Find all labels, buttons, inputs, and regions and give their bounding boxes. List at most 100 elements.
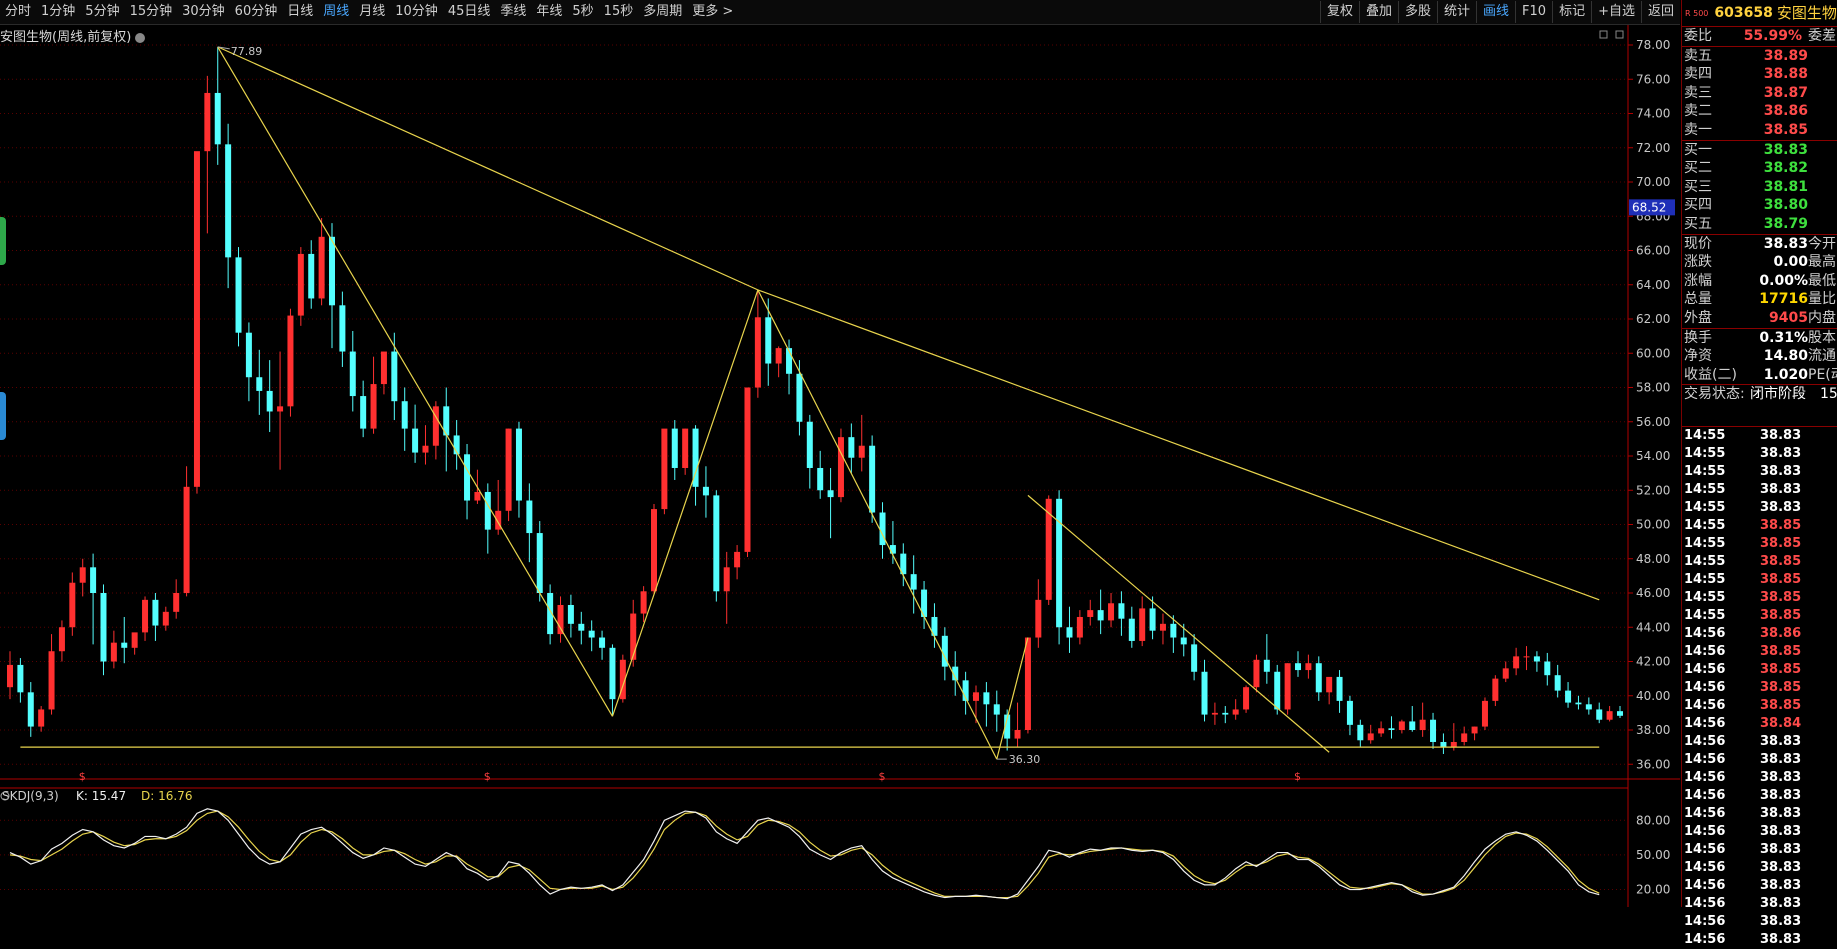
candle-body (1461, 733, 1468, 742)
quote-extra-label: 今开 (1808, 235, 1836, 252)
tick-price: 38.85 (1760, 554, 1802, 569)
period-tab[interactable]: 季线 (495, 0, 531, 24)
sell-level-price: 38.89 (1763, 47, 1808, 64)
tick-time: 14:55 (1684, 428, 1726, 443)
candle-body (225, 144, 232, 258)
quote-extra-label: PE(动 (1808, 366, 1837, 383)
event-marker[interactable]: $ (79, 770, 86, 783)
tool-button[interactable]: 多股 (1397, 1, 1437, 23)
quote-row: 外盘 9405 内盘 (1682, 309, 1837, 328)
buy-level-label: 买二 (1684, 160, 1712, 177)
candle-body (1523, 656, 1530, 658)
quote-label: 换手 (1684, 329, 1712, 346)
tick-time: 14:55 (1684, 446, 1726, 461)
candle-body (713, 495, 720, 592)
event-marker[interactable]: $ (879, 770, 886, 783)
candle-body (38, 709, 45, 727)
trend-line[interactable] (1027, 494, 1330, 753)
candle-body (173, 593, 180, 612)
tick-row: 14:56 38.83 (1682, 895, 1837, 913)
candle-body (526, 500, 533, 534)
tool-button[interactable]: 叠加 (1358, 1, 1398, 23)
candle-body (796, 373, 803, 422)
chart-area[interactable]: 78.00 76.00 74.00 72.00 70.00 68.00 66.00 64.00… (0, 25, 1680, 907)
quote-panel: R 500 603658 安图生物 委比 55.99% 委差 卖五 38.89 卖四… (1681, 0, 1837, 947)
trend-line[interactable] (217, 46, 759, 291)
candle-body (48, 651, 55, 710)
candle-body (1253, 659, 1260, 688)
quote-value: 9405 (1769, 309, 1808, 326)
tick-time: 14:56 (1684, 896, 1726, 911)
period-tab[interactable]: 1分钟 (36, 0, 80, 24)
tool-button[interactable]: 复权 (1319, 1, 1359, 23)
candle-body (339, 305, 346, 352)
period-tab[interactable]: 月线 (354, 0, 390, 24)
period-tab[interactable]: 15分钟 (125, 0, 178, 24)
side-panel-tab-green[interactable] (0, 217, 6, 265)
candle-body (277, 406, 284, 412)
tick-list[interactable]: 14:55 38.83 14:55 38.83 14:55 38.83 14:55 38.83… (1682, 426, 1837, 949)
skdj-k-line (9, 808, 1600, 900)
period-tab[interactable]: 60分钟 (230, 0, 283, 24)
settings-circle-icon[interactable] (135, 32, 146, 43)
period-tab[interactable]: 5秒 (567, 0, 598, 24)
y-tick-label: 54.00 (1636, 449, 1670, 463)
period-tab[interactable]: 日线 (282, 0, 318, 24)
candle-body (1398, 721, 1405, 730)
window-close-icon[interactable] (1615, 30, 1624, 39)
side-panel-tab-blue[interactable] (0, 392, 6, 440)
tool-button[interactable]: +自选 (1591, 1, 1641, 23)
quote-value: 1.020 (1763, 366, 1808, 383)
period-tab[interactable]: 周线 (318, 0, 354, 24)
y-tick-label: 66.00 (1636, 244, 1670, 258)
period-tab[interactable]: 更多 > (687, 0, 738, 24)
sell-level-label: 卖五 (1684, 47, 1712, 64)
period-tab[interactable]: 5分钟 (80, 0, 124, 24)
tick-row: 14:55 38.85 (1682, 553, 1837, 571)
tick-price: 38.83 (1760, 932, 1802, 947)
tick-price: 38.85 (1760, 644, 1802, 659)
tool-button[interactable]: 统计 (1437, 1, 1476, 23)
buy-level-row: 买三 38.81 (1682, 178, 1837, 197)
trend-line[interactable] (757, 289, 1600, 601)
event-marker[interactable]: $ (484, 770, 491, 783)
stock-name[interactable]: 安图生物 (1777, 0, 1837, 26)
ind-tick-label: 80.00 (1636, 813, 1670, 827)
tick-price: 38.83 (1760, 464, 1802, 479)
period-tab[interactable]: 年线 (531, 0, 567, 24)
period-tab[interactable]: 45日线 (443, 0, 496, 24)
window-option-icon[interactable] (1599, 30, 1608, 39)
candle-body (682, 428, 689, 468)
trend-line[interactable] (996, 637, 1029, 760)
candle-body (1076, 616, 1083, 638)
stock-code[interactable]: 603658 (1714, 0, 1772, 26)
tool-button[interactable]: 返回 (1640, 1, 1680, 23)
trend-line[interactable] (217, 46, 613, 717)
indicator-name[interactable]: SKDJ(9,3) (2, 789, 59, 803)
trend-line[interactable] (611, 289, 759, 717)
period-tab[interactable]: 分时 (0, 0, 36, 24)
candle-body (1201, 671, 1208, 715)
tick-time: 14:56 (1684, 662, 1726, 677)
period-tab[interactable]: 30分钟 (177, 0, 230, 24)
candle-body (1118, 603, 1125, 619)
candle-body (79, 567, 86, 583)
candle-body (162, 611, 169, 626)
k-value-label: K: 15.47 (76, 789, 126, 803)
event-marker[interactable]: $ (1294, 770, 1301, 783)
tool-button[interactable]: 画线 (1476, 1, 1515, 23)
tool-button[interactable]: 标记 (1552, 1, 1591, 23)
candle-body (1159, 623, 1166, 631)
period-tab[interactable]: 15秒 (599, 0, 639, 24)
weicha-label: 委差 (1808, 28, 1836, 44)
buy-level-row: 买五 38.79 (1682, 215, 1837, 234)
quote-stats: 现价 38.83 今开 涨跌 0.00 最高 涨幅 0.00% 最低 总量 17716 量比 外盘 940… (1682, 233, 1837, 328)
cursor-price-label: 68.52 (1632, 200, 1666, 214)
period-tab[interactable]: 10分钟 (390, 0, 443, 24)
tool-button[interactable]: F10 (1515, 1, 1552, 23)
kline-chart[interactable]: 78.0076.0074.0072.0070.0068.0066.0064.00… (0, 25, 1680, 907)
candle-body (848, 437, 855, 458)
candle-body (1554, 675, 1561, 691)
period-tab[interactable]: 多周期 (638, 0, 687, 24)
tick-row: 14:55 38.83 (1682, 445, 1837, 463)
